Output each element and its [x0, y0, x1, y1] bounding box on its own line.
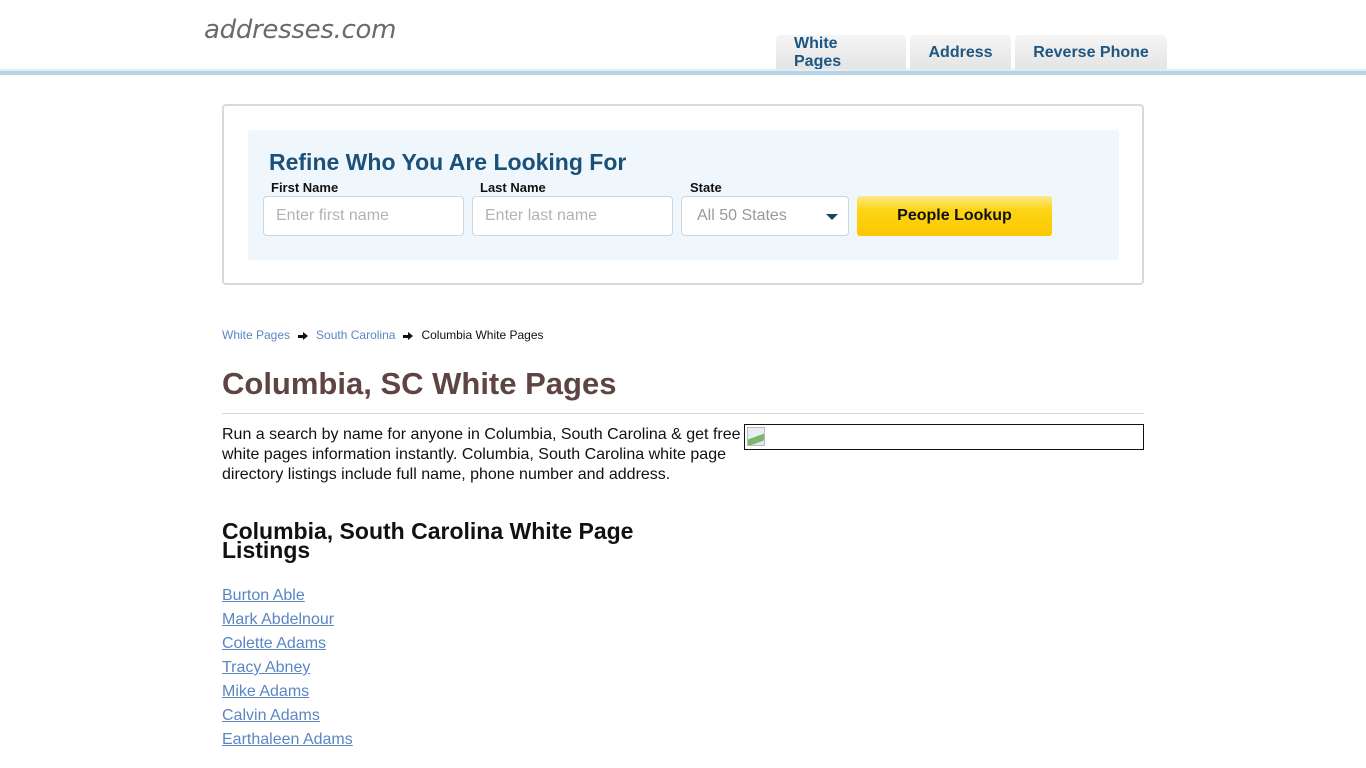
listing-link[interactable]: Mark Abdelnour: [222, 611, 334, 628]
breadcrumb-current: Columbia White Pages: [421, 328, 544, 342]
list-item: Tracy Abney: [222, 658, 353, 682]
title-divider: [222, 413, 1144, 414]
state-label: State: [690, 180, 722, 195]
last-name-input[interactable]: [485, 207, 672, 225]
first-name-field[interactable]: [263, 196, 464, 236]
people-lookup-button[interactable]: People Lookup: [857, 196, 1052, 236]
last-name-field[interactable]: [472, 196, 673, 236]
listing-link[interactable]: Mike Adams: [222, 683, 309, 700]
list-item: Calvin Adams: [222, 706, 353, 730]
ad-banner[interactable]: [744, 424, 1144, 450]
list-item: Mark Abdelnour: [222, 610, 353, 634]
listing-link[interactable]: Tracy Abney: [222, 659, 310, 676]
last-name-label: Last Name: [480, 180, 546, 195]
list-item: Earthaleen Adams: [222, 730, 353, 754]
first-name-label: First Name: [271, 180, 339, 195]
page-title: Columbia, SC White Pages: [222, 366, 617, 401]
breadcrumb-white-pages[interactable]: White Pages: [222, 328, 290, 342]
first-name-input[interactable]: [276, 207, 463, 225]
breadcrumb: White Pages South Carolina Columbia Whit…: [222, 328, 544, 342]
arrow-right-icon: [298, 332, 309, 340]
intro-text: Run a search by name for anyone in Colum…: [222, 426, 741, 483]
nav-tab-reverse-phone[interactable]: Reverse Phone: [1015, 35, 1167, 70]
listings-list: Burton Able Mark Abdelnour Colette Adams…: [222, 586, 353, 754]
breadcrumb-south-carolina[interactable]: South Carolina: [316, 328, 395, 342]
broken-image-icon: [747, 427, 765, 446]
search-panel: Refine Who You Are Looking For First Nam…: [222, 104, 1144, 285]
list-item: Mike Adams: [222, 682, 353, 706]
state-select[interactable]: All 50 States: [681, 196, 849, 236]
search-title: Refine Who You Are Looking For: [269, 149, 627, 175]
site-header: addresses.com White Pages Address Revers…: [0, 0, 1366, 75]
arrow-right-icon: [403, 332, 414, 340]
listing-link[interactable]: Earthaleen Adams: [222, 731, 353, 748]
chevron-down-icon: [826, 214, 838, 220]
listing-link[interactable]: Colette Adams: [222, 635, 326, 652]
list-item: Colette Adams: [222, 634, 353, 658]
nav-tab-white-pages[interactable]: White Pages: [776, 35, 906, 70]
listing-link[interactable]: Burton Able: [222, 587, 305, 604]
list-item: Burton Able: [222, 586, 353, 610]
listings-title: Columbia, South Carolina White Page List…: [222, 518, 634, 563]
state-selected-value: All 50 States: [697, 207, 787, 224]
listing-link[interactable]: Calvin Adams: [222, 707, 320, 724]
header-divider: [0, 69, 1366, 75]
search-form: Refine Who You Are Looking For First Nam…: [248, 130, 1119, 260]
site-logo[interactable]: addresses.com: [204, 15, 396, 45]
nav-tab-address[interactable]: Address: [910, 35, 1011, 70]
main-nav: White Pages Address Reverse Phone: [776, 35, 1167, 70]
